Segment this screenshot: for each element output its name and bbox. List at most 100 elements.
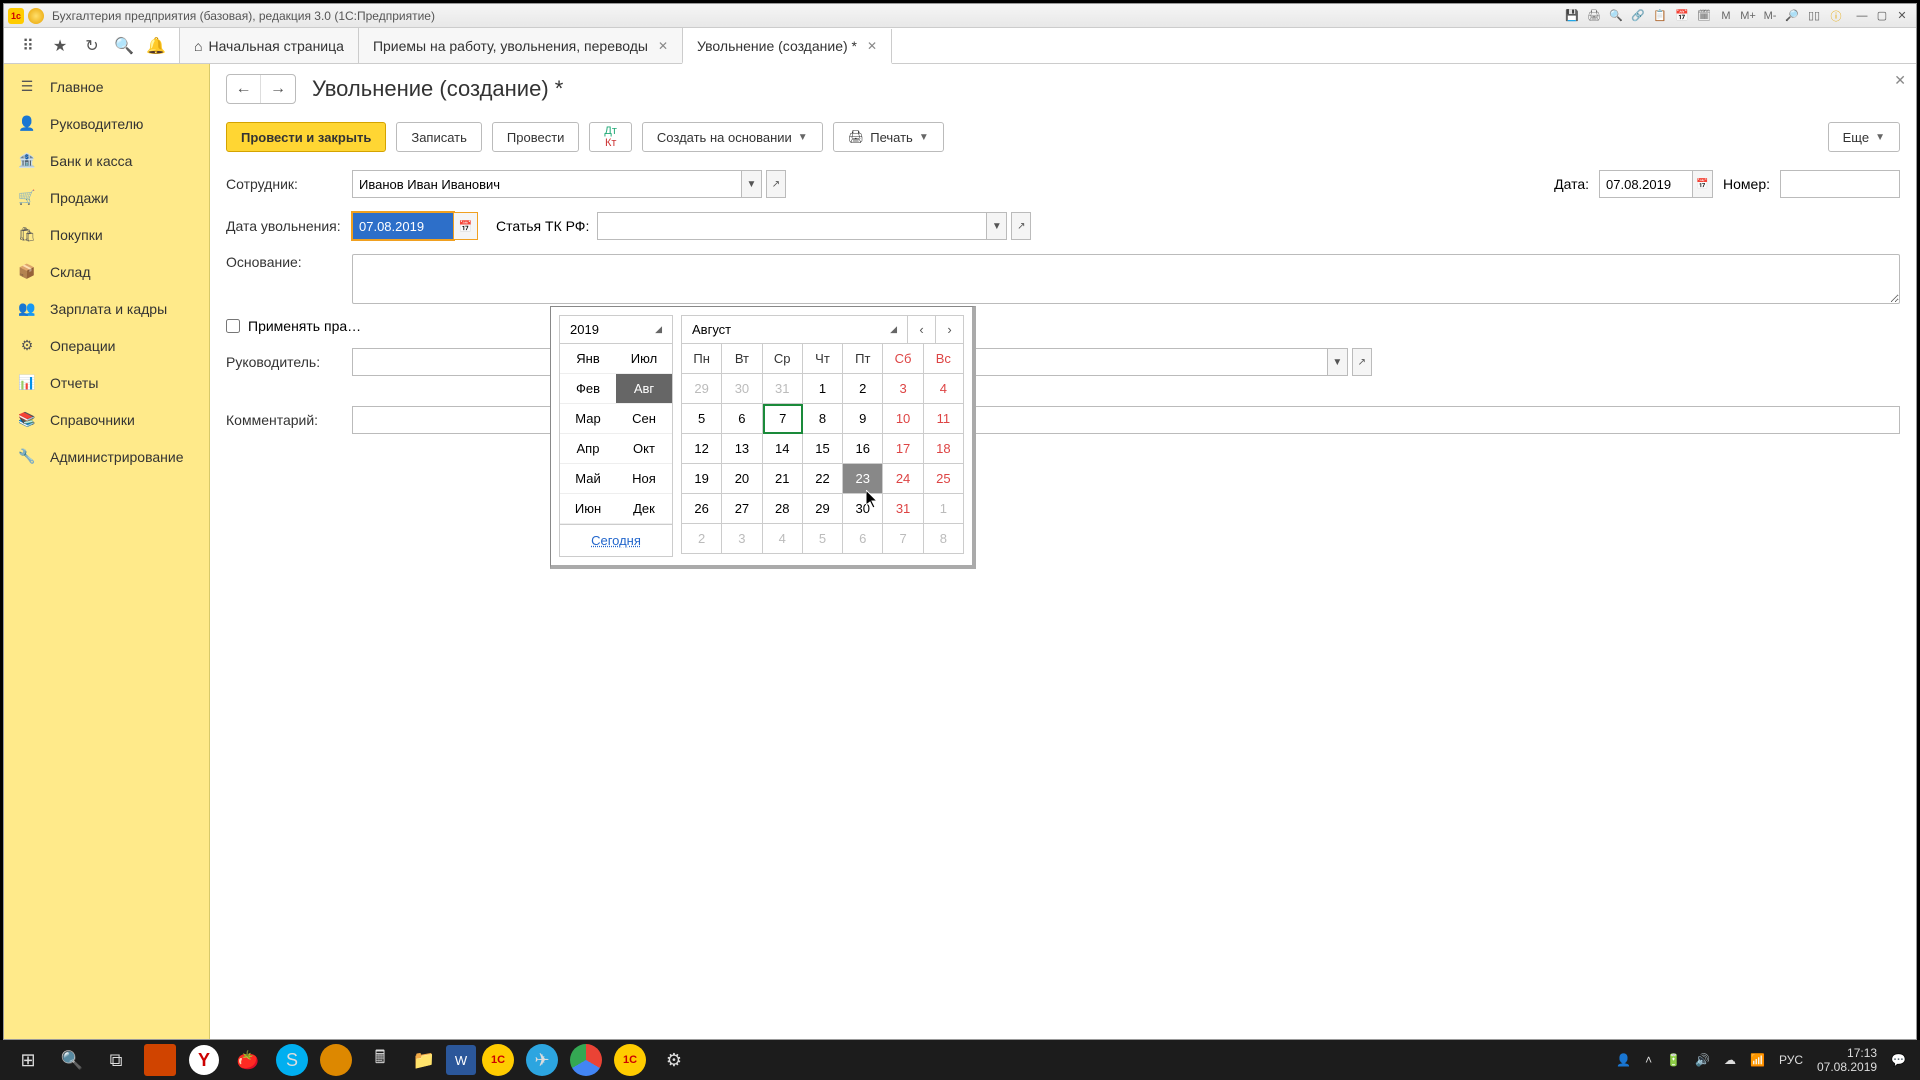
nav-forward-button[interactable]: → [261, 75, 295, 103]
app-tomato[interactable]: 🍅 [226, 1040, 270, 1080]
print-icon[interactable]: 🖨 [1586, 8, 1602, 24]
doc-date-input[interactable]: 07.08.2019 [1599, 170, 1693, 198]
tray-volume-icon[interactable]: 🔊 [1695, 1053, 1710, 1067]
save-icon[interactable]: 💾 [1564, 8, 1580, 24]
day-cell[interactable]: 6 [722, 404, 762, 434]
app-1c-2[interactable]: 1C [614, 1044, 646, 1076]
taskview-button[interactable]: ⧉ [94, 1040, 138, 1080]
calendar2-icon[interactable]: 🗓 [1696, 8, 1712, 24]
day-cell[interactable]: 13 [722, 434, 762, 464]
create-based-button[interactable]: Создать на основании▼ [642, 122, 823, 152]
app-browser[interactable] [320, 1044, 352, 1076]
month-cell[interactable]: Авг [616, 374, 672, 404]
tab-receptions[interactable]: Приемы на работу, увольнения, переводы ✕ [358, 28, 683, 63]
day-cell[interactable]: 21 [763, 464, 803, 494]
bell-icon[interactable]: 🔔 [146, 36, 166, 56]
month-cell[interactable]: Дек [616, 494, 672, 524]
dropdown-button[interactable]: ▼ [987, 212, 1007, 240]
day-cell[interactable]: 16 [843, 434, 883, 464]
day-cell[interactable]: 28 [763, 494, 803, 524]
day-cell[interactable]: 5 [803, 524, 843, 554]
employee-input[interactable]: Иванов Иван Иванович [352, 170, 742, 198]
app-1c-1[interactable]: 1C [482, 1044, 514, 1076]
month-cell[interactable]: Май [560, 464, 616, 494]
history-icon[interactable]: ↻ [82, 36, 102, 56]
month-cell[interactable]: Янв [560, 344, 616, 374]
sidebar-item[interactable]: ⚙Операции [4, 327, 209, 364]
close-page-button[interactable]: ✕ [1894, 72, 1906, 89]
start-button[interactable]: ⊞ [6, 1040, 50, 1080]
day-cell[interactable]: 22 [803, 464, 843, 494]
minimize-button[interactable]: — [1852, 8, 1872, 24]
day-cell[interactable]: 3 [722, 524, 762, 554]
sidebar-item[interactable]: 🏦Банк и касса [4, 142, 209, 179]
fire-date-calendar-button[interactable]: 📅 [454, 212, 478, 240]
star-icon[interactable]: ★ [50, 36, 70, 56]
article-input[interactable] [597, 212, 987, 240]
sidebar-item[interactable]: 👤Руководителю [4, 105, 209, 142]
app-explorer[interactable]: 📁 [402, 1040, 446, 1080]
tray-wifi-icon[interactable]: 📶 [1750, 1053, 1765, 1067]
app-telegram[interactable]: ✈ [526, 1044, 558, 1076]
number-input[interactable] [1780, 170, 1900, 198]
day-cell[interactable]: 1 [803, 374, 843, 404]
day-cell[interactable]: 27 [722, 494, 762, 524]
month-cell[interactable]: Сен [616, 404, 672, 434]
day-cell[interactable]: 20 [722, 464, 762, 494]
day-cell[interactable]: 9 [843, 404, 883, 434]
day-cell[interactable]: 6 [843, 524, 883, 554]
apps-icon[interactable]: ⠿ [18, 36, 38, 56]
sidebar-item[interactable]: 🛒Продажи [4, 179, 209, 216]
day-cell[interactable]: 8 [803, 404, 843, 434]
day-cell[interactable]: 8 [924, 524, 964, 554]
month-cell[interactable]: Апр [560, 434, 616, 464]
app-settings[interactable]: ⚙ [652, 1040, 696, 1080]
link-icon[interactable]: 🔗 [1630, 8, 1646, 24]
tray-battery-icon[interactable]: 🔋 [1666, 1053, 1681, 1067]
app-word[interactable]: W [446, 1045, 476, 1075]
day-cell[interactable]: 2 [682, 524, 722, 554]
day-cell[interactable]: 19 [682, 464, 722, 494]
day-cell[interactable]: 29 [803, 494, 843, 524]
info-icon[interactable]: ⓘ [1828, 8, 1844, 24]
day-cell[interactable]: 4 [763, 524, 803, 554]
day-cell[interactable]: 31 [763, 374, 803, 404]
day-cell[interactable]: 30 [843, 494, 883, 524]
app-powerpoint[interactable] [144, 1044, 176, 1076]
sidebar-item[interactable]: 📦Склад [4, 253, 209, 290]
calendar-icon[interactable]: 📅 [1674, 8, 1690, 24]
post-button[interactable]: Провести [492, 122, 580, 152]
day-cell[interactable]: 12 [682, 434, 722, 464]
day-cell[interactable]: 18 [924, 434, 964, 464]
sidebar-item[interactable]: 🔧Администрирование [4, 438, 209, 475]
more-button[interactable]: Еще▼ [1828, 122, 1900, 152]
today-button[interactable]: Сегодня [559, 525, 673, 557]
month-cell[interactable]: Мар [560, 404, 616, 434]
day-cell[interactable]: 31 [883, 494, 923, 524]
basis-textarea[interactable] [352, 254, 1900, 304]
apply-right-checkbox[interactable] [226, 319, 240, 333]
fire-date-input[interactable]: 07.08.2019 [352, 212, 454, 240]
tray-notifications-icon[interactable]: 💬 [1891, 1053, 1906, 1067]
tab-home[interactable]: ⌂ Начальная страница [179, 28, 359, 63]
day-cell[interactable]: 5 [682, 404, 722, 434]
month-cell[interactable]: Июн [560, 494, 616, 524]
tray-lang[interactable]: РУС [1779, 1053, 1803, 1067]
maximize-button[interactable]: ▢ [1872, 8, 1892, 24]
tab-dismissal[interactable]: Увольнение (создание) * ✕ [682, 29, 892, 64]
month-cell[interactable]: Июл [616, 344, 672, 374]
tray-up-icon[interactable]: ˄ [1645, 1053, 1652, 1067]
dtkt-button[interactable]: ДтКт [589, 122, 632, 152]
zoom-icon[interactable]: 🔎 [1784, 8, 1800, 24]
sidebar-item[interactable]: 📊Отчеты [4, 364, 209, 401]
search-taskbar[interactable]: 🔍 [50, 1040, 94, 1080]
sidebar-item[interactable]: ☰Главное [4, 68, 209, 105]
open-button[interactable]: ↗ [1352, 348, 1372, 376]
post-and-close-button[interactable]: Провести и закрыть [226, 122, 386, 152]
day-cell[interactable]: 3 [883, 374, 923, 404]
tray-onedrive-icon[interactable]: ☁ [1724, 1053, 1736, 1067]
app-skype[interactable]: S [276, 1044, 308, 1076]
write-button[interactable]: Записать [396, 122, 482, 152]
tab-close-icon[interactable]: ✕ [658, 39, 668, 53]
day-cell[interactable]: 24 [883, 464, 923, 494]
